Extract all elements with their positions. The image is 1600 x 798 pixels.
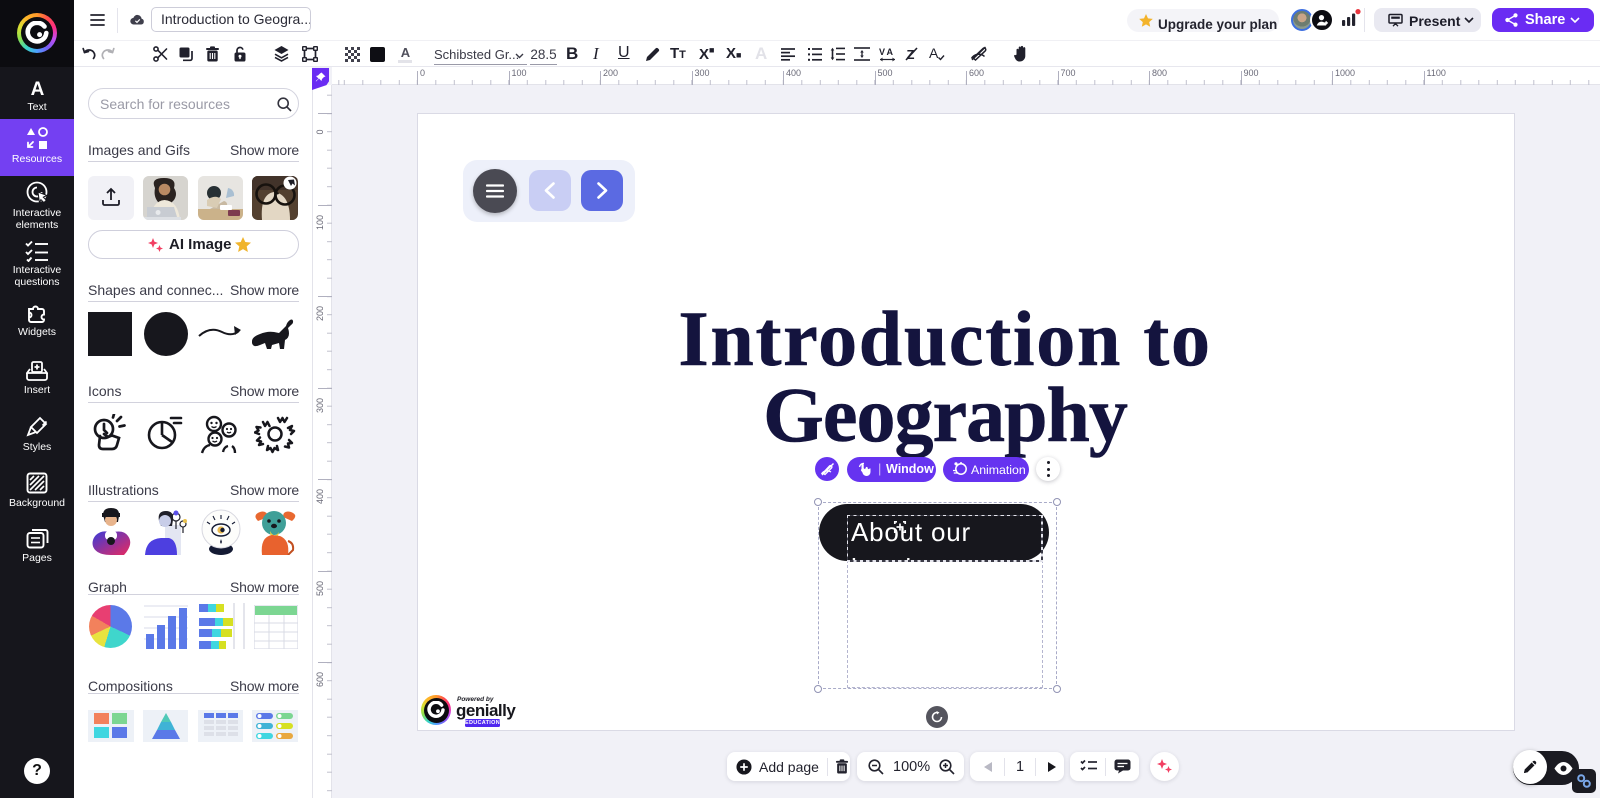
svg-text:V: V [879, 47, 885, 57]
svg-text:A: A [30, 79, 44, 98]
svg-text:A: A [887, 47, 894, 57]
svg-text:A: A [929, 46, 939, 61]
